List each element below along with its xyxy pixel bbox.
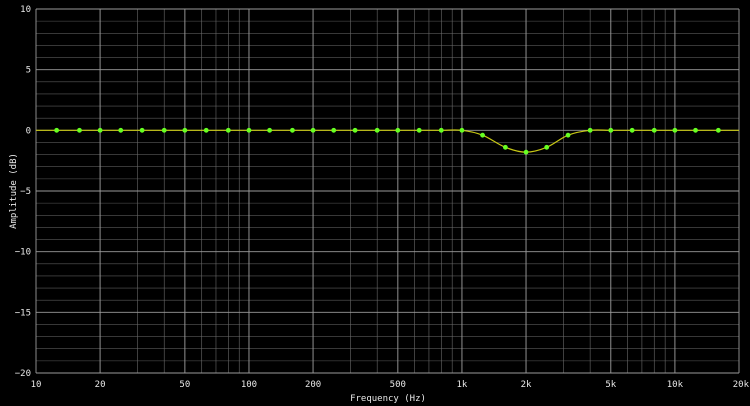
amplitude-chart: 10 20 50 100 200 500 1k 2k 5k 10k 20k 1050−5−10−15…: [9, 5, 750, 404]
band-marker-point: [77, 127, 82, 133]
x-tick-label: 20: [95, 380, 106, 390]
y-tick-label: −15: [15, 308, 31, 318]
band-marker-point: [651, 127, 657, 133]
x-tick-label: 20k: [733, 380, 750, 390]
band-marker-point: [693, 127, 698, 133]
x-tick-label: 100: [241, 380, 257, 390]
band-marker-point: [395, 127, 401, 133]
band-marker-point: [565, 132, 571, 138]
x-tick-label: 50: [179, 380, 190, 390]
band-marker-point: [608, 127, 614, 133]
band-marker-point: [672, 127, 678, 133]
band-marker-point: [97, 127, 103, 133]
band-marker-point: [523, 149, 529, 155]
x-tick-label: 1k: [457, 380, 468, 390]
band-marker-point: [416, 127, 422, 133]
band-marker-point: [267, 127, 273, 133]
band-marker-point: [374, 127, 380, 133]
x-tick-label: 2k: [521, 380, 532, 390]
x-tick-label: 10k: [667, 380, 684, 390]
x-tick-label: 5k: [605, 380, 616, 390]
band-marker-point: [225, 127, 231, 133]
y-tick-label: 5: [26, 66, 31, 76]
y-tick-label: 10: [20, 5, 31, 15]
x-tick-label: 200: [305, 380, 321, 390]
x-tick-label: 500: [390, 380, 406, 390]
band-marker-point: [203, 127, 209, 133]
x-tick-label: 10: [31, 380, 42, 390]
band-marker-point: [331, 127, 337, 133]
x-axis-label: Frequency (Hz): [350, 394, 426, 404]
y-axis-label: Amplitude (dB): [9, 153, 19, 229]
band-marker-point: [139, 127, 145, 133]
band-marker-point: [246, 127, 252, 133]
band-marker-point: [310, 127, 316, 133]
band-marker-point: [438, 127, 444, 133]
band-marker-point: [629, 127, 635, 133]
band-marker-point: [587, 127, 593, 133]
band-marker-point: [352, 127, 358, 133]
y-tick-label: −5: [20, 187, 31, 197]
band-marker-point: [161, 127, 167, 133]
band-marker-point: [118, 127, 124, 133]
y-tick-label: 0: [26, 126, 31, 136]
band-marker-point: [459, 127, 465, 133]
band-marker-point: [715, 127, 721, 133]
band-marker-point: [480, 132, 485, 138]
band-marker-point: [54, 127, 60, 133]
y-tick-label: −10: [15, 248, 31, 258]
y-tick-label: −20: [15, 369, 31, 379]
band-marker-point: [544, 144, 550, 150]
band-marker-point: [182, 127, 188, 133]
band-marker-point: [290, 127, 295, 133]
band-marker-point: [502, 144, 508, 150]
x-tick-labels: 10 20 50 100 200 500 1k 2k 5k 10k 20k: [31, 380, 750, 390]
